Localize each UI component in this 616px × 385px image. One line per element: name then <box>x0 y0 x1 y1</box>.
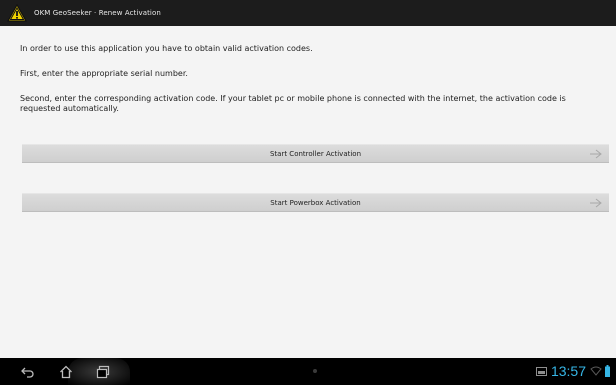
recent-apps-icon[interactable] <box>95 364 111 380</box>
arrow-right-icon <box>590 149 602 159</box>
battery-icon <box>605 365 610 377</box>
clock: 13:57 <box>550 363 586 379</box>
action-bar: OKM GeoSeeker · Renew Activation <box>0 0 616 26</box>
main-content: In order to use this application you hav… <box>0 26 616 358</box>
warning-triangle-icon[interactable] <box>4 0 30 26</box>
back-icon[interactable] <box>20 364 36 380</box>
app-title: OKM GeoSeeker · Renew Activation <box>34 9 161 17</box>
info-text-codes: In order to use this application you hav… <box>20 44 313 53</box>
notification-icon <box>535 366 547 376</box>
arrow-right-icon <box>590 198 602 208</box>
powerbox-button-label: Start Powerbox Activation <box>270 198 361 207</box>
status-area[interactable]: 13:57 <box>535 362 610 380</box>
info-text-serial: First, enter the appropriate serial numb… <box>20 69 188 78</box>
controller-button-label: Start Controller Activation <box>269 149 362 158</box>
start-powerbox-activation-button[interactable]: Start Powerbox Activation <box>22 193 609 212</box>
info-text-activation: Second, enter the corresponding activati… <box>20 94 566 113</box>
home-icon[interactable] <box>58 364 74 380</box>
wifi-icon <box>590 366 602 376</box>
start-controller-activation-button[interactable]: Start Controller Activation <box>22 144 609 163</box>
nav-indicator-dot <box>313 369 317 373</box>
